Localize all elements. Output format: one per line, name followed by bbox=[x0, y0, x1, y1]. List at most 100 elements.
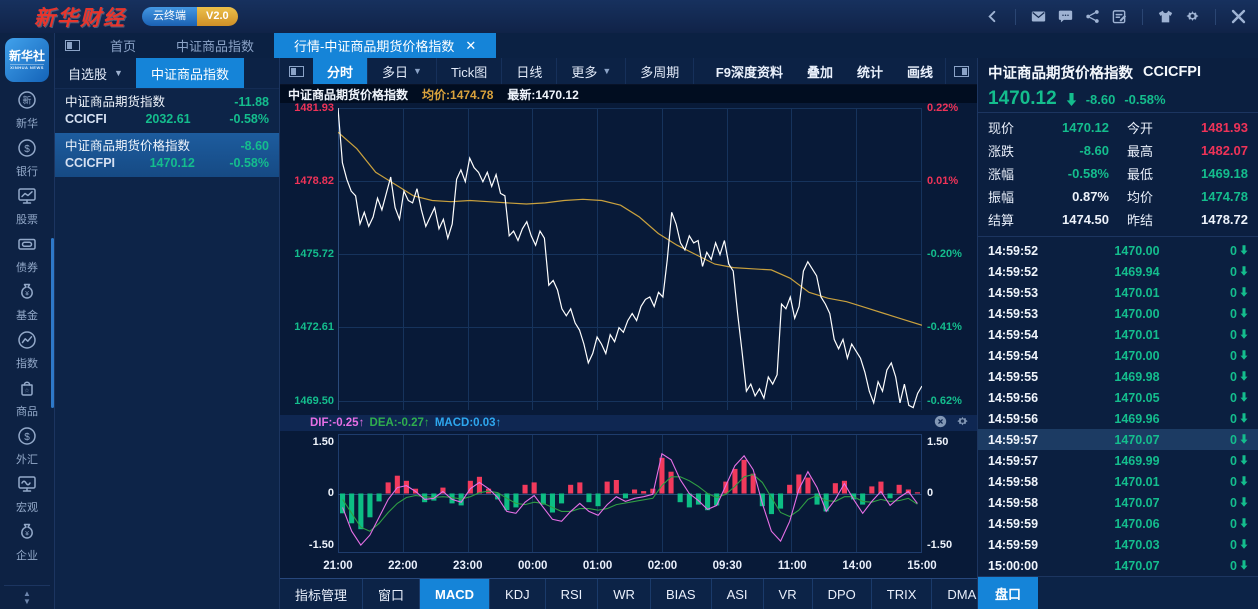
chart-mode-Tick图[interactable]: Tick图 bbox=[437, 58, 502, 84]
indicator-tab-RSI[interactable]: RSI bbox=[546, 579, 599, 609]
svg-text:¥: ¥ bbox=[25, 290, 29, 297]
share-icon[interactable] bbox=[1079, 6, 1106, 28]
tab-pankou[interactable]: 盘口 bbox=[978, 577, 1038, 609]
trade-row[interactable]: 14:59:571470.070 bbox=[978, 429, 1258, 450]
arrow-down-icon bbox=[1240, 328, 1248, 342]
sidebar-item-chart-circle-5[interactable]: 指数 bbox=[0, 326, 54, 374]
trade-row[interactable]: 14:59:561470.050 bbox=[978, 387, 1258, 408]
indicator-tab-DPO[interactable]: DPO bbox=[813, 579, 872, 609]
trade-row[interactable]: 14:59:591470.030 bbox=[978, 534, 1258, 555]
toolbar-F9深度资料[interactable]: F9深度资料 bbox=[704, 58, 795, 84]
arrow-down-icon bbox=[1240, 265, 1248, 279]
price-down-arrow-icon bbox=[1066, 93, 1077, 106]
price-axis-label: 1478.82 bbox=[284, 175, 334, 187]
sidebar-item-monitor-chart-2[interactable]: 股票 bbox=[0, 182, 54, 230]
trade-row[interactable]: 14:59:521469.940 bbox=[978, 261, 1258, 282]
arrow-down-icon bbox=[1240, 454, 1248, 468]
trade-row[interactable]: 14:59:551469.980 bbox=[978, 366, 1258, 387]
indicator-tab-窗口[interactable]: 窗口 bbox=[363, 579, 420, 609]
macd-chart-canvas[interactable]: 1.500-1.501.500-1.50 bbox=[280, 431, 977, 556]
trade-row[interactable]: 14:59:521470.000 bbox=[978, 240, 1258, 261]
chevron-down-icon: ▼ bbox=[602, 66, 611, 76]
app-window: 新华财经 云终端 V2.0 新华社 XINHUA NEWS 新新华$银行股票 bbox=[0, 0, 1258, 609]
trade-row[interactable]: 14:59:581470.070 bbox=[978, 492, 1258, 513]
theme-shirt-icon[interactable] bbox=[1152, 6, 1179, 28]
indicator-tab-KDJ[interactable]: KDJ bbox=[490, 579, 546, 609]
collapse-right-panel-icon[interactable] bbox=[954, 66, 969, 77]
indicator-tab-VR[interactable]: VR bbox=[764, 579, 813, 609]
banknote-icon bbox=[17, 234, 37, 257]
indicator-tab-BIAS[interactable]: BIAS bbox=[651, 579, 712, 609]
chart-mode-多日[interactable]: 多日▼ bbox=[368, 58, 437, 84]
macd-scale-label: 0 bbox=[927, 487, 933, 499]
settings-gear-icon[interactable] bbox=[1179, 6, 1206, 28]
sidebar-item-banknote-3[interactable]: 债券 bbox=[0, 230, 54, 278]
sidebar-scroll-arrows[interactable]: ▲▼ bbox=[4, 585, 50, 609]
chart-mode-多周期[interactable]: 多周期 bbox=[626, 58, 694, 84]
time-axis-label: 21:00 bbox=[323, 560, 352, 572]
chart-mode-分时[interactable]: 分时 bbox=[313, 58, 368, 84]
trade-row[interactable]: 15:00:001470.070 bbox=[978, 555, 1258, 576]
toolbar-统计[interactable]: 统计 bbox=[845, 58, 895, 84]
indicator-tab-MACD[interactable]: MACD bbox=[420, 579, 490, 609]
instrument-price: 2032.61 bbox=[145, 111, 190, 128]
sidebar-item-xinhua-0[interactable]: 新新华 bbox=[0, 86, 54, 134]
tab-0[interactable]: 首页 bbox=[90, 33, 156, 58]
watchlist-item-CCICFI[interactable]: 中证商品期货指数-11.88CCICFI2032.61-0.58% bbox=[55, 89, 279, 133]
quote-change: -8.60 bbox=[1086, 92, 1116, 107]
tab-close-icon[interactable]: ✕ bbox=[465, 39, 476, 52]
svg-text:☆: ☆ bbox=[24, 387, 29, 394]
sidebar-item-moneybag-4[interactable]: ¥基金 bbox=[0, 278, 54, 326]
sidebar-item-bag-6[interactable]: ☆商品 bbox=[0, 374, 54, 422]
indicator-tab-指标管理[interactable]: 指标管理 bbox=[280, 579, 363, 609]
trade-row[interactable]: 14:59:571469.990 bbox=[978, 450, 1258, 471]
sidebar-item-coin-7[interactable]: $外汇 bbox=[0, 422, 54, 470]
sidebar-item-coin-1[interactable]: $银行 bbox=[0, 134, 54, 182]
message-icon[interactable] bbox=[1052, 6, 1079, 28]
quote-grid: 现价1470.12今开1481.93涨跌-8.60最高1482.07涨幅-0.5… bbox=[978, 113, 1258, 237]
chart-avg-price: 均价:1474.78 bbox=[422, 86, 493, 103]
version-label: V2.0 bbox=[197, 7, 238, 26]
chart-mode-日线[interactable]: 日线 bbox=[502, 58, 557, 84]
time-axis-label: 23:00 bbox=[453, 560, 482, 572]
close-indicator-icon[interactable] bbox=[934, 415, 947, 431]
trade-row[interactable]: 14:59:561469.960 bbox=[978, 408, 1258, 429]
price-chart-canvas[interactable]: 1481.930.22%1478.820.01%1475.72-0.20%147… bbox=[280, 103, 977, 415]
logo-subtitle: XINHUA NEWS bbox=[10, 64, 44, 70]
sidebar-item-label: 银行 bbox=[16, 163, 38, 179]
close-icon[interactable] bbox=[1225, 6, 1252, 28]
toolbar-画线[interactable]: 画线 bbox=[895, 58, 945, 84]
indicator-tab-TRIX[interactable]: TRIX bbox=[872, 579, 933, 609]
trade-row[interactable]: 14:59:531470.000 bbox=[978, 303, 1258, 324]
trade-row[interactable]: 14:59:531470.010 bbox=[978, 282, 1258, 303]
watchlist-item-CCICFPI[interactable]: 中证商品期货价格指数-8.60CCICFPI1470.12-0.58% bbox=[55, 133, 279, 177]
sidebar-item-monitor-line-8[interactable]: 宏观 bbox=[0, 470, 54, 518]
sidebar-item-label: 指数 bbox=[16, 355, 38, 371]
mail-icon[interactable] bbox=[1025, 6, 1052, 28]
watchlist-group-dropdown[interactable]: 自选股 ▼ bbox=[55, 58, 136, 88]
tab-1[interactable]: 中证商品指数 bbox=[156, 33, 274, 58]
monitor-line-icon bbox=[17, 474, 37, 497]
note-icon[interactable] bbox=[1106, 6, 1133, 28]
svg-text:新: 新 bbox=[22, 94, 31, 105]
watchlist-filter-button[interactable]: 中证商品指数 bbox=[136, 58, 244, 88]
trade-row[interactable]: 14:59:541470.010 bbox=[978, 324, 1258, 345]
arrow-down-icon bbox=[1240, 286, 1248, 300]
divider bbox=[1142, 9, 1143, 25]
collapse-left-panel-icon[interactable] bbox=[65, 40, 80, 51]
sidebar-item-moneybag-9[interactable]: ¥企业 bbox=[0, 518, 54, 566]
trade-row[interactable]: 14:59:581470.010 bbox=[978, 471, 1258, 492]
toolbar-叠加[interactable]: 叠加 bbox=[795, 58, 845, 84]
indicator-tab-ASI[interactable]: ASI bbox=[712, 579, 764, 609]
indicator-tab-WR[interactable]: WR bbox=[598, 579, 651, 609]
xinhua-news-logo[interactable]: 新华社 XINHUA NEWS bbox=[5, 38, 49, 82]
trade-row[interactable]: 14:59:541470.000 bbox=[978, 345, 1258, 366]
tab-2[interactable]: 行情-中证商品期货价格指数✕ bbox=[274, 33, 496, 58]
instrument-change: -11.88 bbox=[234, 94, 269, 111]
chevron-left-icon[interactable] bbox=[979, 6, 1006, 28]
divider bbox=[1215, 9, 1216, 25]
collapse-watchlist-icon[interactable] bbox=[289, 66, 304, 77]
chart-mode-更多[interactable]: 更多▼ bbox=[557, 58, 626, 84]
trade-row[interactable]: 14:59:591470.060 bbox=[978, 513, 1258, 534]
indicator-settings-gear-icon[interactable] bbox=[956, 415, 969, 431]
